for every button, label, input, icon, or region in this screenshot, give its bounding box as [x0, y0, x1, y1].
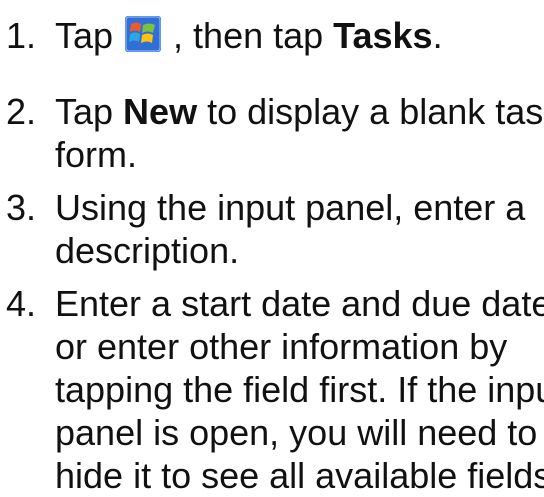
step-number: 3.	[6, 187, 37, 228]
windows-start-icon	[125, 16, 162, 52]
step-text: , then tap	[163, 15, 334, 56]
step-4: 4. Enter a start date and due date, or e…	[0, 282, 544, 497]
step-text: Tap	[55, 91, 124, 132]
step-number: 4.	[6, 283, 37, 324]
step-text: Tap	[55, 15, 124, 56]
step-line: tapping the field first. If the input	[55, 369, 544, 410]
step-text: .	[432, 15, 443, 56]
step-line: form.	[55, 134, 138, 175]
step-line: or enter other information by	[55, 326, 508, 367]
step-line: Using the input panel, enter a	[55, 187, 526, 228]
tasks-label: Tasks	[333, 15, 433, 56]
step-line: Tap New to display a blank task	[55, 90, 544, 133]
step-line: hide it to see all available fields.	[55, 455, 544, 496]
step-line: panel is open, you will need to	[55, 412, 538, 453]
step-number: 1.	[6, 15, 37, 56]
step-2: 2. Tap New to display a blank task form.	[0, 90, 544, 176]
new-label: New	[123, 91, 198, 132]
step-1: 1. Tap , then tap Tasks.	[0, 14, 447, 57]
step-number: 2.	[6, 91, 37, 132]
step-line: description.	[55, 230, 240, 271]
step-line: Tap , then tap Tasks.	[55, 14, 443, 57]
step-line: Enter a start date and due date,	[55, 283, 544, 324]
step-text: to display a blank task	[197, 91, 544, 132]
step-3: 3. Using the input panel, enter a descri…	[0, 186, 529, 272]
